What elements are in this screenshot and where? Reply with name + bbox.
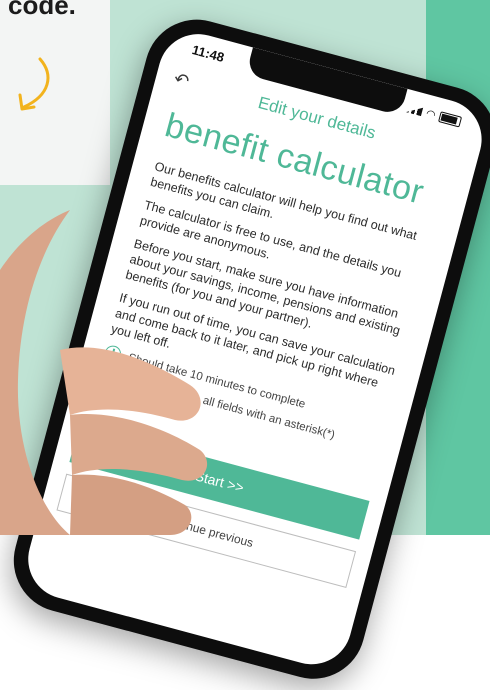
status-time: 11:48 [190,42,226,65]
wifi-icon: ◠ [424,107,437,122]
curved-arrow-icon [18,57,50,111]
left-card: code. [0,0,110,185]
hand [0,210,208,535]
signal-icon [406,103,424,116]
code-text: code. [8,0,76,20]
battery-icon [438,111,463,128]
status-icons: ◠ [405,102,463,129]
